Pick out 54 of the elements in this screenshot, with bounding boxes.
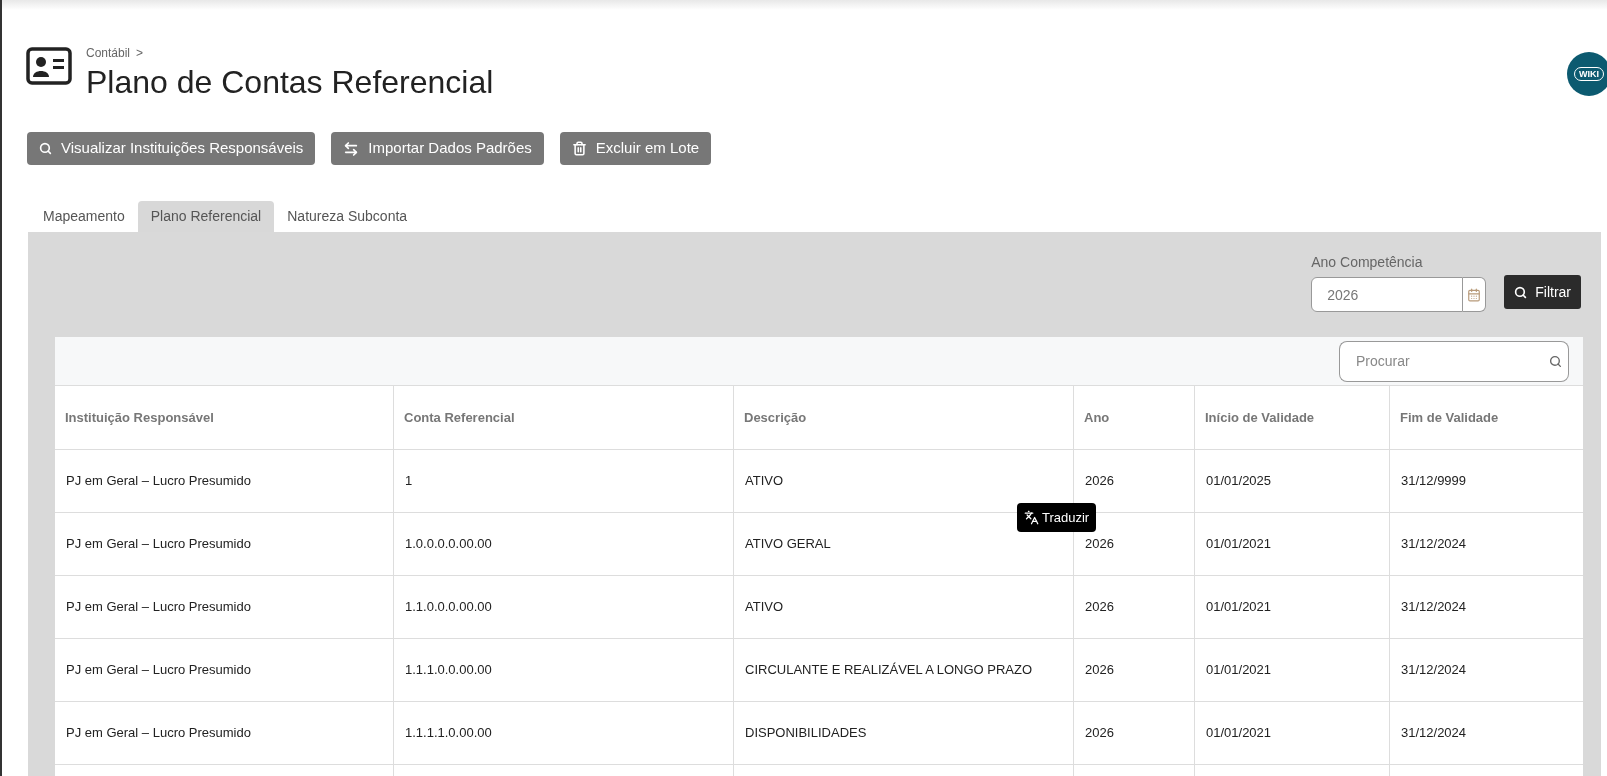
table-cell: PJ em Geral – Lucro Presumido (55, 702, 394, 764)
action-button[interactable]: Visualizar Instituições Responsáveis (27, 132, 316, 165)
table-cell: 01/01/2021 (1195, 513, 1390, 575)
table-cell: 01/01/2021 (1195, 576, 1390, 638)
table-cell-text: 31/12/2024 (1400, 535, 1468, 554)
year-field[interactable]: 2026 (1311, 277, 1464, 312)
table-cell: DISPONIBILIDADES (734, 702, 1074, 764)
table-cell: 1 (394, 450, 734, 512)
table-cell: CIRCULANTE E REALIZÁVEL A LONGO PRAZO (734, 639, 1074, 701)
table-cell: 1.1.1.0.0.00.00 (394, 639, 734, 701)
table-cell-text: 31/12/2024 (1400, 598, 1468, 617)
search-icon (39, 142, 52, 155)
table-cell: 1.1.1.1.0.00.00 (394, 702, 734, 764)
action-button[interactable]: Importar Dados Padrões (331, 132, 544, 165)
table-cell: PJ em Geral – Lucro Presumido (55, 513, 394, 575)
table-cell: PJ em Geral – Lucro Presumido (55, 576, 394, 638)
column-header[interactable]: Descrição (734, 386, 1074, 449)
column-header[interactable]: Conta Referencial (394, 386, 734, 449)
table-cell-text: 31/12/9999 (1400, 472, 1468, 491)
translate-icon (1024, 510, 1039, 525)
action-button[interactable]: Excluir em Lote (559, 132, 712, 165)
column-header[interactable]: Ano (1074, 386, 1195, 449)
column-header[interactable]: Início de Validade (1195, 386, 1390, 449)
trash-icon (571, 141, 587, 156)
arrows-icon (343, 140, 360, 157)
tab[interactable]: Plano Referencial (137, 201, 275, 232)
breadcrumb-link[interactable]: Contábil (86, 44, 131, 62)
table-cell: PJ em Geral – Lucro Presumido (55, 639, 394, 701)
search-icon (1514, 285, 1528, 299)
table-cell: 2026 (1074, 702, 1195, 764)
field-label: Ano Competência (1311, 253, 1424, 272)
breadcrumb-separator: > (136, 45, 144, 62)
tab[interactable]: Mapeamento (30, 201, 138, 232)
wiki-badge[interactable]: WIKI (1567, 52, 1607, 96)
table-cell: 2026 (1074, 576, 1195, 638)
calendar-button[interactable] (1463, 277, 1487, 312)
table-cell: ATIVO (734, 576, 1074, 638)
tab[interactable]: Natureza Subconta (274, 201, 421, 232)
page-title: Plano de Contas Referencial (86, 63, 494, 102)
table-cell: 01/01/2021 (1195, 702, 1390, 764)
column-header[interactable]: Fim de Validade (1390, 386, 1583, 449)
table-cell: 1.0.0.0.0.00.00 (394, 513, 734, 575)
filter-button[interactable]: Filtrar (1504, 275, 1581, 309)
column-header[interactable]: Instituição Responsável (55, 386, 394, 449)
tooltip: Traduzir (1017, 503, 1097, 532)
calendar-icon (1467, 287, 1482, 302)
table-cell: 2026 (1074, 639, 1195, 701)
table-cell: 01/01/2025 (1195, 450, 1390, 512)
table-cell: 1.1.0.0.0.00.00 (394, 576, 734, 638)
table-cell-text: 31/12/2024 (1400, 724, 1468, 743)
table-cell: PJ em Geral – Lucro Presumido (55, 450, 394, 512)
contact-card-icon (26, 47, 72, 85)
table-cell: 01/01/2021 (1195, 639, 1390, 701)
table-cell-text: 31/12/2024 (1400, 661, 1468, 680)
